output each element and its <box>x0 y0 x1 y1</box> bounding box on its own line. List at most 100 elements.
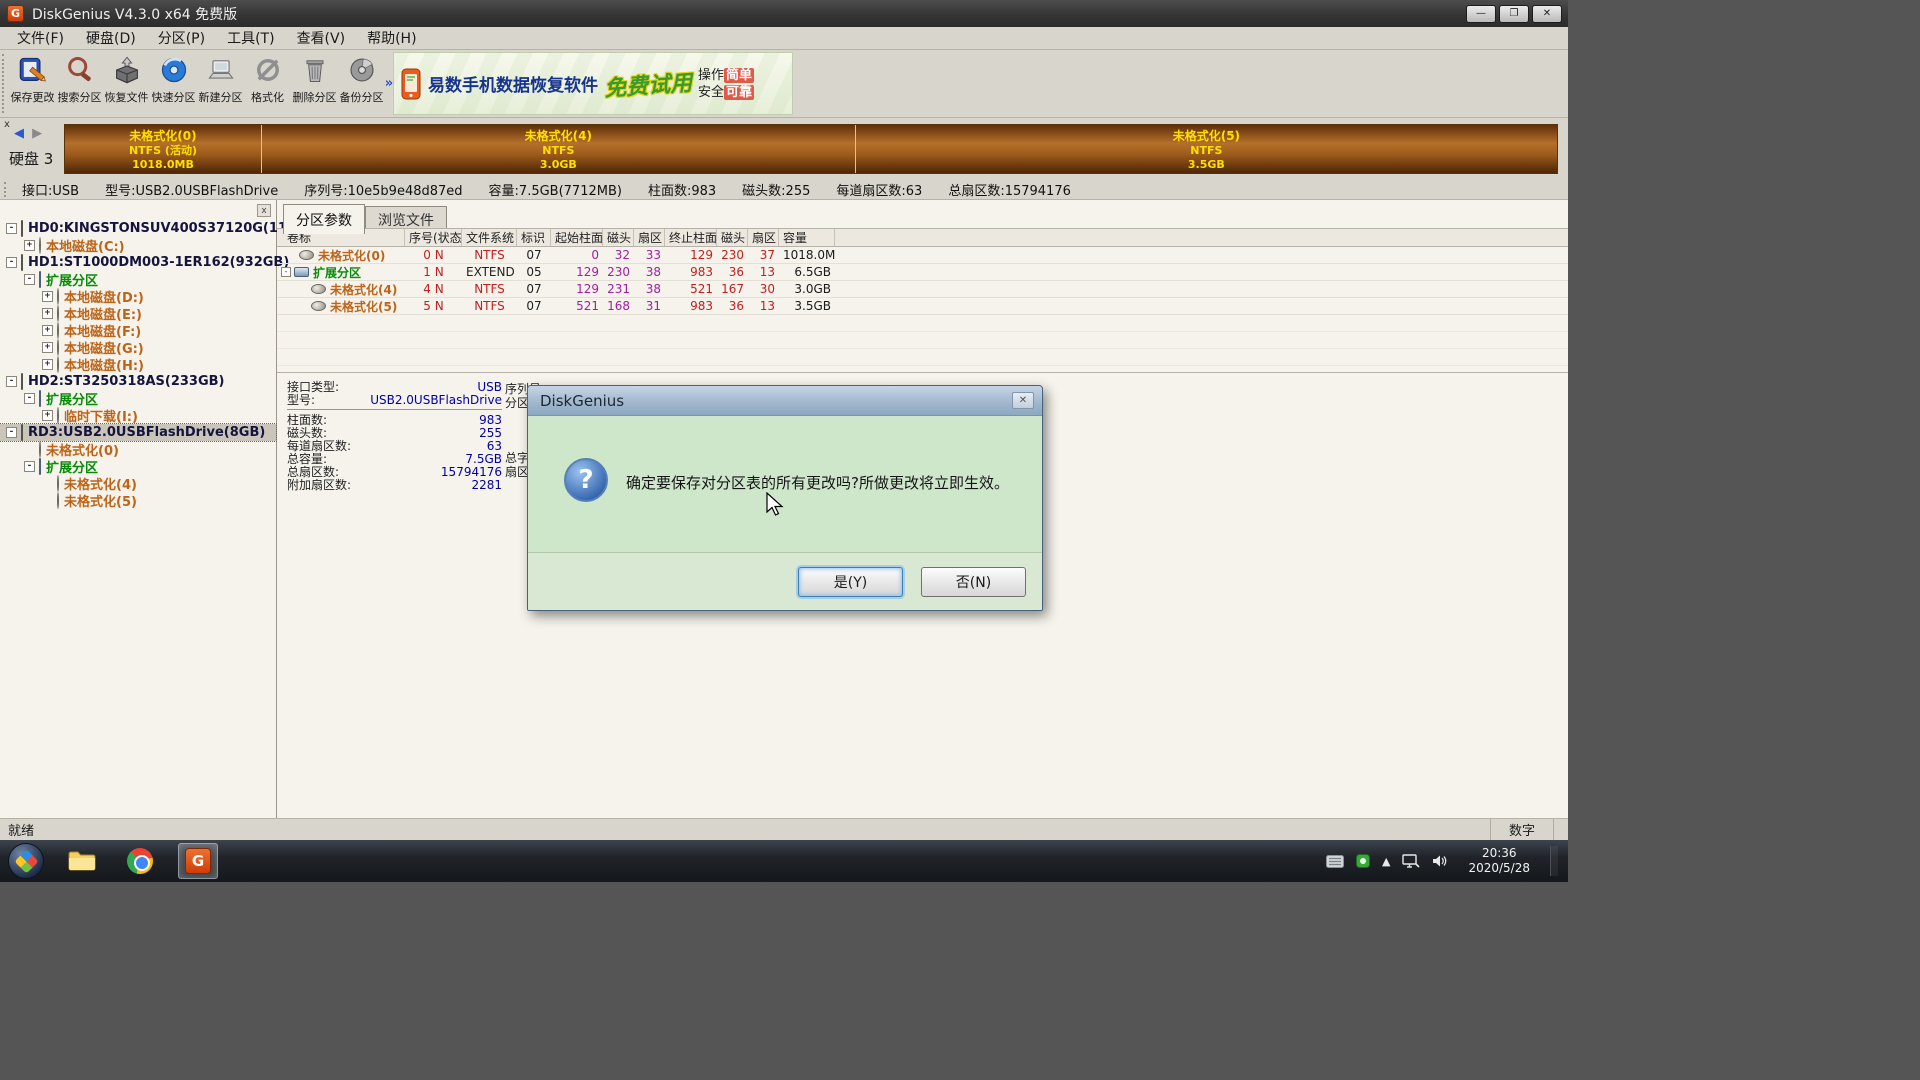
expander-icon[interactable]: + <box>42 291 53 302</box>
details-separator <box>287 409 502 410</box>
volume-icon[interactable] <box>1432 854 1448 868</box>
clock-date: 2020/5/28 <box>1468 861 1530 876</box>
expander-icon[interactable]: - <box>24 461 35 472</box>
show-desktop-button[interactable] <box>1550 846 1558 876</box>
expander-icon[interactable]: + <box>42 308 53 319</box>
tree-item-g[interactable]: +本地磁盘(G:) <box>0 339 276 356</box>
restore-button[interactable]: ❐ <box>1499 5 1529 23</box>
network-icon[interactable] <box>1402 854 1420 869</box>
expander-icon[interactable]: + <box>24 240 35 251</box>
taskbar-chrome-button[interactable] <box>120 843 160 879</box>
start-button[interactable] <box>8 843 44 879</box>
volume-icon <box>57 407 59 424</box>
partition-fs: NTFS <box>1190 144 1222 158</box>
yes-button[interactable]: 是(Y) <box>798 567 903 597</box>
quick-partition-button[interactable]: 快速分区 <box>150 50 197 117</box>
taskbar-explorer-button[interactable] <box>62 843 102 879</box>
search-partition-button[interactable]: 搜索分区 <box>56 50 103 117</box>
menu-disk[interactable]: 硬盘(D) <box>75 26 147 50</box>
menu-help[interactable]: 帮助(H) <box>356 26 427 50</box>
col-end-head: 磁头 <box>717 229 748 246</box>
expander-icon[interactable]: - <box>281 267 291 277</box>
delete-partition-button[interactable]: 删除分区 <box>291 50 338 117</box>
expander-icon[interactable]: - <box>24 393 35 404</box>
phone-icon <box>400 68 422 100</box>
cell-seq: 5 N <box>405 299 462 313</box>
ad-banner[interactable]: 易数手机数据恢复软件 免费试用 操作简单 安全可靠 <box>393 52 793 115</box>
tree-item-extended[interactable]: -扩展分区 <box>0 458 276 475</box>
next-disk-arrow[interactable]: ▶ <box>32 126 44 141</box>
expander-icon[interactable]: - <box>6 223 17 234</box>
tree-item-h[interactable]: +本地磁盘(H:) <box>0 356 276 373</box>
tab-partition-params[interactable]: 分区参数 <box>283 204 365 234</box>
table-header: 卷标 序号(状态) 文件系统 标识 起始柱面 磁头 扇区 终止柱面 磁头 扇区 … <box>277 228 1568 247</box>
tree-close-button[interactable]: x <box>257 204 271 217</box>
tree-item-d[interactable]: +本地磁盘(D:) <box>0 288 276 305</box>
tree-item-i[interactable]: +临时下载(I:) <box>0 407 276 424</box>
partition-segment[interactable]: 未格式化(0) NTFS (活动) 1018.0MB <box>65 125 262 173</box>
expander-icon[interactable]: - <box>6 376 17 387</box>
menu-view[interactable]: 查看(V) <box>286 26 357 50</box>
expander-icon[interactable]: - <box>24 274 35 285</box>
tree-item-e[interactable]: +本地磁盘(E:) <box>0 305 276 322</box>
table-row-empty <box>277 332 1568 349</box>
table-row[interactable]: 未格式化(5) 5 N NTFS 07 521 168 31 983 36 13… <box>277 298 1568 315</box>
detail-label: 型号: <box>287 391 370 408</box>
recover-files-button[interactable]: 恢复文件 <box>103 50 150 117</box>
expander-icon[interactable]: + <box>42 359 53 370</box>
menu-file[interactable]: 文件(F) <box>6 26 75 50</box>
format-button[interactable]: 格式化 <box>244 50 291 117</box>
tree-item-hd2[interactable]: -HD2:ST3250318AS(233GB) <box>0 373 276 390</box>
tree-item-f[interactable]: +本地磁盘(F:) <box>0 322 276 339</box>
expander-icon[interactable]: - <box>6 257 17 268</box>
menu-partition[interactable]: 分区(P) <box>147 26 216 50</box>
quick-partition-icon <box>159 55 189 85</box>
partition-segment[interactable]: 未格式化(5) NTFS 3.5GB <box>856 125 1557 173</box>
expander-icon[interactable]: + <box>42 410 53 421</box>
tree-item-hd1[interactable]: -HD1:ST1000DM003-1ER162(932GB) <box>0 254 276 271</box>
volume-icon <box>57 492 59 509</box>
antivirus-tray-icon[interactable] <box>1356 854 1370 868</box>
question-icon: ? <box>564 458 608 502</box>
taskbar-diskgenius-button[interactable]: G <box>178 843 218 879</box>
close-button[interactable]: ✕ <box>1532 5 1562 23</box>
table-row[interactable]: 未格式化(0) 0 N NTFS 07 0 32 33 129 230 37 1… <box>277 247 1568 264</box>
tree-item-extended[interactable]: -扩展分区 <box>0 390 276 407</box>
hdd-icon <box>21 220 23 237</box>
new-partition-button[interactable]: 新建分区 <box>197 50 244 117</box>
no-button[interactable]: 否(N) <box>921 567 1026 597</box>
tree-item-unformatted4[interactable]: 未格式化(4) <box>0 475 276 492</box>
tree-item-hd0[interactable]: -HD0:KINGSTONSUV400S37120G(112GB) <box>0 220 276 237</box>
cell-id: 07 <box>517 248 551 262</box>
expander-icon[interactable]: + <box>42 342 53 353</box>
expander-icon[interactable]: - <box>6 427 17 438</box>
ad-tagline: 操作简单 安全可靠 <box>698 67 754 101</box>
tree-item-rd3-selected[interactable]: -RD3:USB2.0USBFlashDrive(8GB) <box>0 424 276 441</box>
tree-item-unformatted5[interactable]: 未格式化(5) <box>0 492 276 509</box>
volume-icon <box>57 322 59 339</box>
status-text: 就绪 <box>0 820 34 839</box>
menu-tools[interactable]: 工具(T) <box>216 26 285 50</box>
minimize-button[interactable]: — <box>1466 5 1496 23</box>
detail-value: 7.5GB <box>392 452 502 466</box>
tree-item-c[interactable]: +本地磁盘(C:) <box>0 237 276 254</box>
expander-icon[interactable]: + <box>42 325 53 336</box>
dialog-close-button[interactable]: ✕ <box>1012 392 1034 409</box>
partition-segment[interactable]: 未格式化(4) NTFS 3.0GB <box>262 125 856 173</box>
tree-item-extended[interactable]: -扩展分区 <box>0 271 276 288</box>
backup-partition-button[interactable]: 备份分区 <box>338 50 385 117</box>
volume-icon <box>299 250 314 260</box>
detail-fragment-sector: 扇区 <box>505 463 529 480</box>
table-row[interactable]: -扩展分区 1 N EXTEND 05 129 230 38 983 36 13… <box>277 264 1568 281</box>
input-method-icon[interactable] <box>1326 855 1344 868</box>
tray-expand-icon[interactable]: ▲ <box>1382 855 1390 868</box>
table-row[interactable]: 未格式化(4) 4 N NTFS 07 129 231 38 521 167 3… <box>277 281 1568 298</box>
save-changes-button[interactable]: 保存更改 <box>9 50 56 117</box>
taskbar-clock[interactable]: 20:36 2020/5/28 <box>1460 846 1538 876</box>
toolbar-overflow-chevron[interactable]: » <box>385 50 393 117</box>
prev-disk-arrow[interactable]: ◀ <box>14 126 26 141</box>
diskbar-close-button[interactable]: x <box>4 119 10 130</box>
cell-start-cyl: 0 <box>551 248 603 262</box>
info-total-sectors: 总扇区数:15794176 <box>948 180 1071 199</box>
tree-item-unformatted0[interactable]: 未格式化(0) <box>0 441 276 458</box>
